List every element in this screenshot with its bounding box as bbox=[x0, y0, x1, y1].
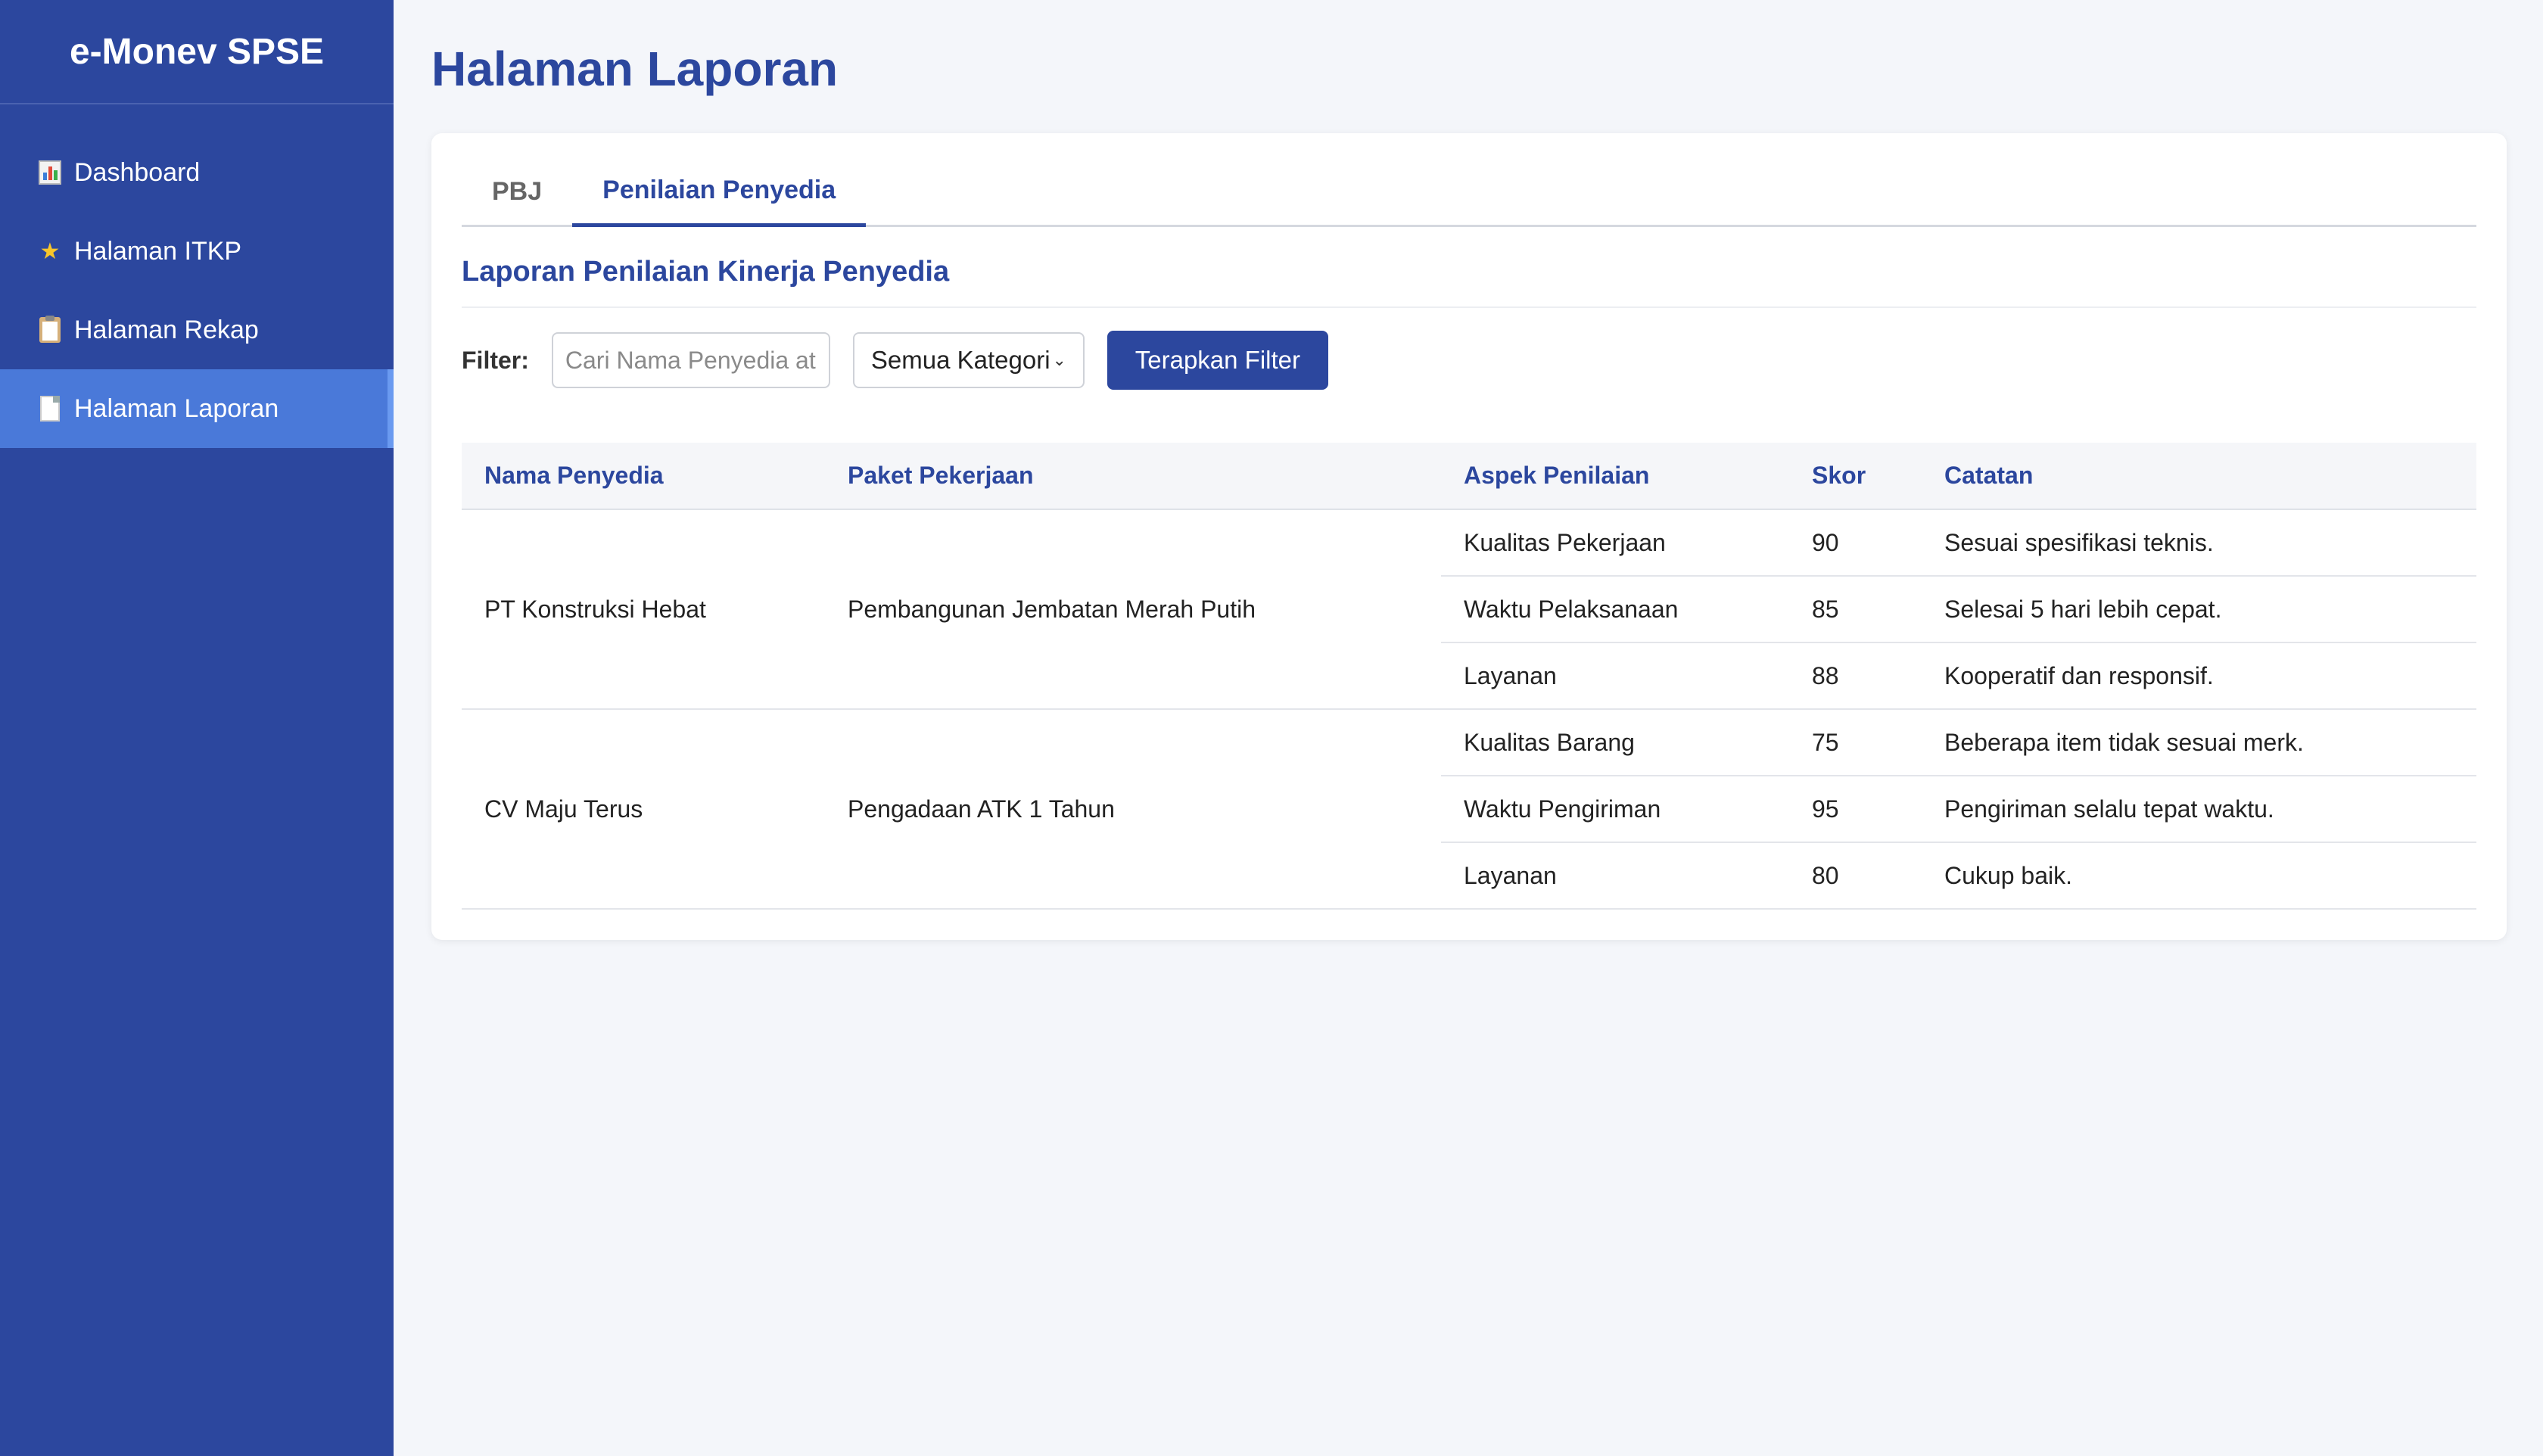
sidebar-item-laporan[interactable]: Halaman Laporan bbox=[0, 369, 394, 448]
main-content: Halaman Laporan PBJ Penilaian Penyedia L… bbox=[394, 0, 2543, 1456]
section-title: Laporan Penilaian Kinerja Penyedia bbox=[462, 256, 2476, 308]
page-icon bbox=[36, 395, 64, 422]
table-row: PT Konstruksi Hebat Pembangunan Jembatan… bbox=[462, 509, 2476, 710]
aspect-cell: Kualitas Pekerjaan bbox=[1441, 509, 1789, 577]
page-title: Halaman Laporan bbox=[431, 42, 839, 96]
tab-bar: PBJ Penilaian Penyedia bbox=[462, 156, 2476, 227]
chevron-down-icon: ⌄ bbox=[1052, 350, 1066, 369]
tab-pbj[interactable]: PBJ bbox=[462, 177, 572, 225]
provider-name-cell: PT Konstruksi Hebat bbox=[462, 509, 825, 710]
aspect-cell: Waktu Pelaksanaan bbox=[1441, 576, 1789, 643]
bar-chart-icon bbox=[36, 159, 64, 186]
column-header[interactable]: Paket Pekerjaan bbox=[825, 443, 1441, 510]
sidebar-item-rekap[interactable]: Halaman Rekap bbox=[0, 291, 394, 369]
sidebar-item-label: Dashboard bbox=[74, 157, 201, 187]
sidebar-item-label: Halaman ITKP bbox=[74, 236, 242, 266]
aspect-cell: Layanan bbox=[1441, 642, 1789, 710]
note-cell: Kooperatif dan responsif. bbox=[1922, 642, 2476, 710]
sidebar-item-label: Halaman Laporan bbox=[74, 394, 279, 423]
category-select-value: Semua Kategori bbox=[870, 346, 1051, 374]
sidebar-item-itkp[interactable]: ★ Halaman ITKP bbox=[0, 212, 394, 291]
column-header[interactable]: Nama Penyedia bbox=[462, 443, 825, 510]
score-cell: 88 bbox=[1789, 642, 1922, 710]
note-cell: Sesuai spesifikasi teknis. bbox=[1922, 509, 2476, 577]
provider-rating-table: Nama Penyedia Paket Pekerjaan Aspek Peni… bbox=[462, 443, 2476, 910]
column-header[interactable]: Catatan bbox=[1922, 443, 2476, 510]
report-card: PBJ Penilaian Penyedia Laporan Penilaian… bbox=[431, 133, 2507, 940]
score-cell: 90 bbox=[1789, 509, 1922, 577]
note-cell: Cukup baik. bbox=[1922, 842, 2476, 910]
aspect-cell: Layanan bbox=[1441, 842, 1789, 910]
column-header[interactable]: Skor bbox=[1789, 443, 1922, 510]
category-select[interactable]: Semua Kategori ⌄ bbox=[852, 332, 1085, 388]
apply-filter-button[interactable]: Terapkan Filter bbox=[1107, 331, 1328, 390]
provider-name-cell: CV Maju Terus bbox=[462, 709, 825, 910]
tab-penilaian-penyedia[interactable]: Penilaian Penyedia bbox=[572, 176, 867, 227]
sidebar-item-dashboard[interactable]: Dashboard bbox=[0, 133, 394, 212]
score-cell: 95 bbox=[1789, 776, 1922, 843]
app-root: e-Monev SPSE Dashboard ★ Halaman ITKP Ha bbox=[0, 0, 2543, 1456]
note-cell: Selesai 5 hari lebih cepat. bbox=[1922, 576, 2476, 643]
aspect-cell: Kualitas Barang bbox=[1441, 709, 1789, 776]
brand-logo: e-Monev SPSE bbox=[0, 0, 394, 104]
note-cell: Beberapa item tidak sesuai merk. bbox=[1922, 709, 2476, 776]
package-cell: Pengadaan ATK 1 Tahun bbox=[825, 709, 1441, 910]
table-header-row: Nama Penyedia Paket Pekerjaan Aspek Peni… bbox=[462, 443, 2476, 510]
filter-bar: Filter: Semua Kategori ⌄ Terapkan Filter bbox=[462, 331, 2476, 390]
aspect-cell: Waktu Pengiriman bbox=[1441, 776, 1789, 843]
package-cell: Pembangunan Jembatan Merah Putih bbox=[825, 509, 1441, 710]
column-header[interactable]: Aspek Penilaian bbox=[1441, 443, 1789, 510]
score-cell: 85 bbox=[1789, 576, 1922, 643]
clipboard-icon bbox=[36, 316, 64, 344]
filter-label: Filter: bbox=[462, 346, 529, 374]
sidebar-item-label: Halaman Rekap bbox=[74, 315, 259, 344]
table-row: CV Maju Terus Pengadaan ATK 1 Tahun Kual… bbox=[462, 709, 2476, 910]
note-cell: Pengiriman selalu tepat waktu. bbox=[1922, 776, 2476, 843]
search-input[interactable] bbox=[551, 332, 830, 388]
sidebar-nav: Dashboard ★ Halaman ITKP Halaman Rekap H… bbox=[0, 133, 394, 448]
score-cell: 80 bbox=[1789, 842, 1922, 910]
sidebar: e-Monev SPSE Dashboard ★ Halaman ITKP Ha bbox=[0, 0, 394, 1456]
star-icon: ★ bbox=[39, 238, 61, 264]
score-cell: 75 bbox=[1789, 709, 1922, 776]
